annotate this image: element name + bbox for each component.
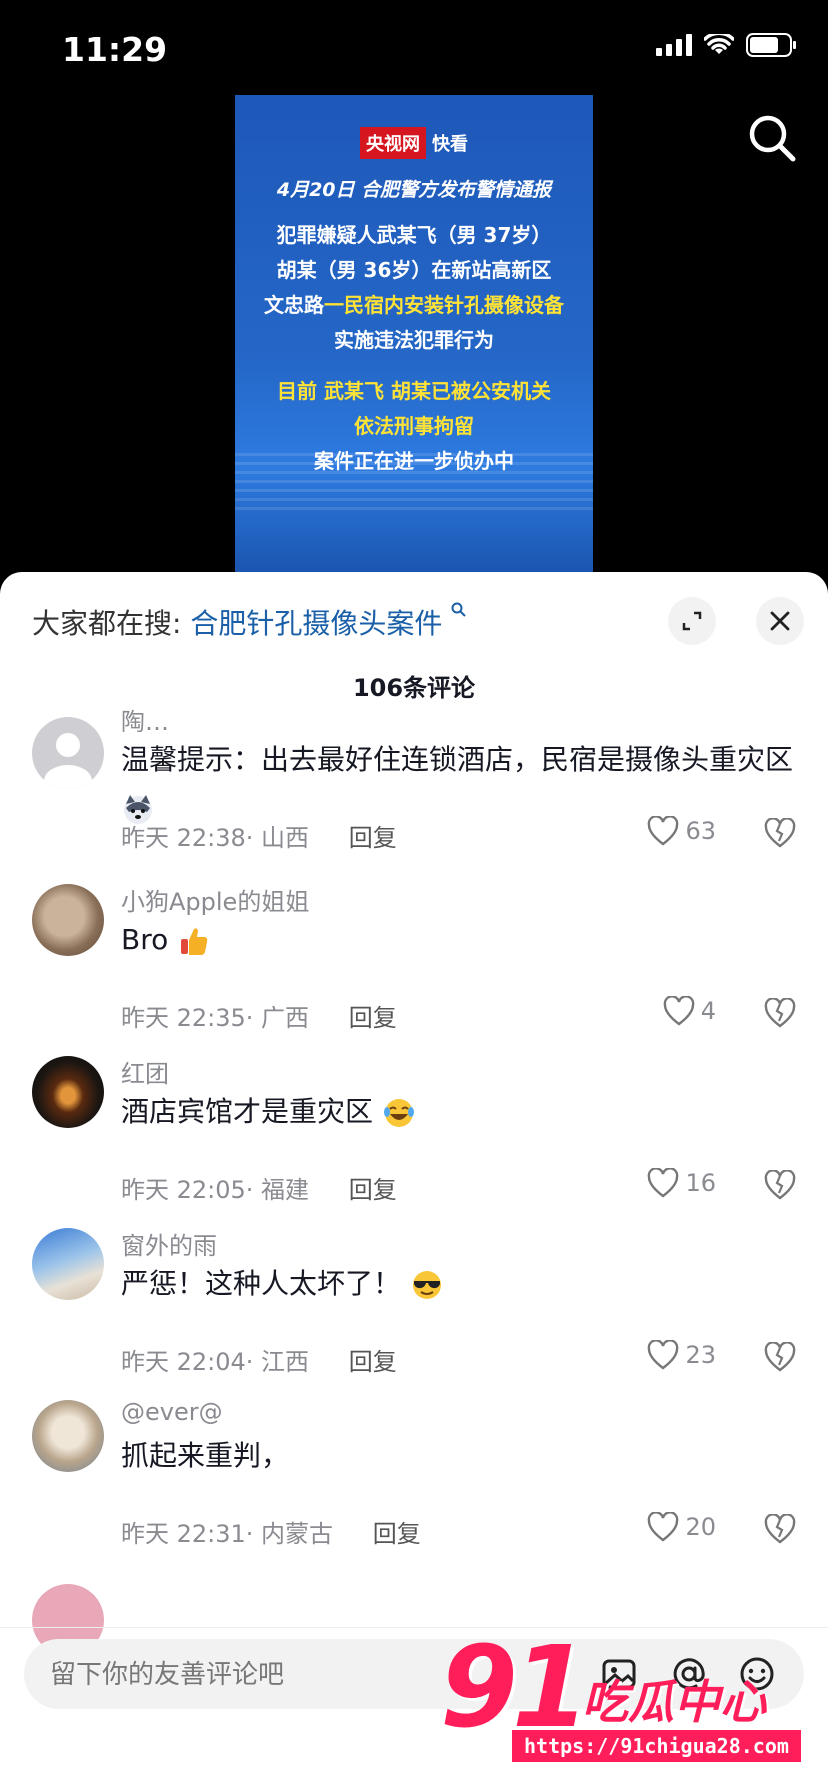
like-button[interactable]: 63 [647, 816, 716, 846]
comment-meta: 昨天 22:05· 福建 回复 [121, 1176, 397, 1204]
comment-text: 严惩！这种人太坏了！ [121, 1260, 796, 1308]
heart-icon [663, 996, 695, 1026]
heart-icon [648, 816, 679, 846]
search-small-icon [451, 602, 466, 617]
video-text-line: 文忠路一民宿内安装针孔摄像设备 [264, 293, 564, 317]
reply-button[interactable]: 回复 [349, 824, 397, 852]
like-count: 23 [685, 1341, 716, 1369]
broken-heart-icon [764, 1513, 796, 1544]
comment-text: Bro [121, 916, 796, 964]
comment-input[interactable] [48, 1639, 492, 1711]
status-time: 11:29 [62, 30, 168, 69]
watermark-url: https://91chigua28.com [512, 1730, 801, 1762]
battery-icon [746, 33, 796, 57]
comment-sheet: 大家都在搜: 合肥针孔摄像头案件 106条评论 陶… 温馨提示：出去最好住连锁酒… [0, 572, 828, 1792]
heart-icon [648, 1340, 679, 1370]
like-count: 16 [685, 1169, 716, 1197]
dislike-button[interactable] [764, 1341, 796, 1376]
wifi-icon [704, 34, 734, 54]
dislike-button[interactable] [764, 1169, 796, 1204]
avatar[interactable] [32, 1056, 104, 1128]
comment-username[interactable]: 小狗Apple的姐姐 [121, 882, 309, 917]
video-player[interactable]: 央视网 快看 4月20日 合肥警方发布警情通报 犯罪嫌疑人武某飞（男 37岁） … [235, 95, 593, 573]
comment-count: 106条评论 [352, 674, 476, 702]
like-count: 63 [685, 817, 716, 845]
reply-button[interactable]: 回复 [349, 1176, 397, 1204]
dislike-button[interactable] [764, 1513, 796, 1548]
heart-icon [648, 1512, 679, 1542]
search-button[interactable] [746, 112, 798, 164]
video-brand-logo: 央视网 快看 [360, 127, 468, 159]
heart-icon [648, 1168, 679, 1198]
avatar[interactable] [32, 1400, 104, 1472]
broken-heart-icon [764, 1169, 796, 1200]
expand-icon [682, 611, 702, 631]
reply-button[interactable]: 回复 [349, 1004, 397, 1032]
like-button[interactable]: 16 [647, 1168, 716, 1198]
broken-heart-icon [764, 1341, 796, 1372]
video-text-line: 胡某（男 36岁）在新站高新区 [276, 258, 552, 282]
comment-list[interactable]: 陶… 温馨提示：出去最好住连锁酒店，民宿是摄像头重灾区 昨天 22:38· 山西… [0, 708, 828, 1656]
laugh-cry-emoji-icon [383, 1099, 414, 1127]
signal-icon [656, 34, 692, 56]
comment-username[interactable]: 陶… [121, 702, 169, 737]
dislike-button[interactable] [764, 997, 796, 1032]
broken-heart-icon [764, 817, 796, 848]
expand-button[interactable] [668, 597, 716, 645]
status-bar: 11:29 [0, 0, 828, 100]
comment-username[interactable]: @ever@ [121, 1398, 223, 1426]
avatar[interactable] [32, 1228, 104, 1300]
comment-meta: 昨天 22:31· 内蒙古 回复 [121, 1520, 421, 1548]
comment-text: 酒店宾馆才是重灾区 [121, 1088, 796, 1136]
sunglasses-emoji-icon [412, 1271, 441, 1299]
broken-heart-icon [764, 997, 796, 1028]
reply-button[interactable]: 回复 [349, 1348, 397, 1376]
video-text-line: 实施违法犯罪行为 [334, 328, 494, 352]
like-button[interactable]: 23 [647, 1340, 716, 1370]
close-button[interactable] [756, 597, 804, 645]
search-icon [749, 115, 796, 162]
video-text-line: 目前 武某飞 胡某已被公安机关 [277, 379, 551, 403]
search-suggestion[interactable]: 大家都在搜: 合肥针孔摄像头案件 [32, 602, 467, 642]
comment-meta: 昨天 22:04· 江西 回复 [121, 1348, 397, 1376]
thumbs-up-emoji-icon [181, 928, 208, 955]
watermark-logo: 91 吃瓜中心 https://91chigua28.com [440, 1628, 801, 1768]
avatar[interactable] [32, 884, 104, 956]
like-button[interactable]: 20 [647, 1512, 716, 1542]
like-count: 20 [685, 1513, 716, 1541]
comment-meta: 昨天 22:35· 广西 回复 [121, 1004, 397, 1032]
close-icon [770, 611, 790, 631]
avatar[interactable] [32, 717, 104, 789]
video-text-line: 依法刑事拘留 [354, 414, 474, 438]
like-button[interactable]: 4 [663, 996, 716, 1026]
comment-text: 抓起来重判， [121, 1439, 290, 1472]
reply-button[interactable]: 回复 [373, 1520, 421, 1548]
comment-username[interactable]: 红团 [121, 1054, 169, 1089]
search-suggestion-query[interactable]: 合肥针孔摄像头案件 [190, 607, 442, 640]
video-text-line: 犯罪嫌疑人武某飞（男 37岁） [276, 223, 552, 247]
dislike-button[interactable] [764, 817, 796, 852]
comment-username[interactable]: 窗外的雨 [121, 1226, 217, 1261]
comment-meta: 昨天 22:38· 山西 回复 [121, 824, 397, 852]
default-avatar-icon [44, 733, 92, 789]
video-subtitle: 4月20日 合肥警方发布警情通报 [276, 179, 552, 201]
like-count: 4 [700, 997, 716, 1025]
